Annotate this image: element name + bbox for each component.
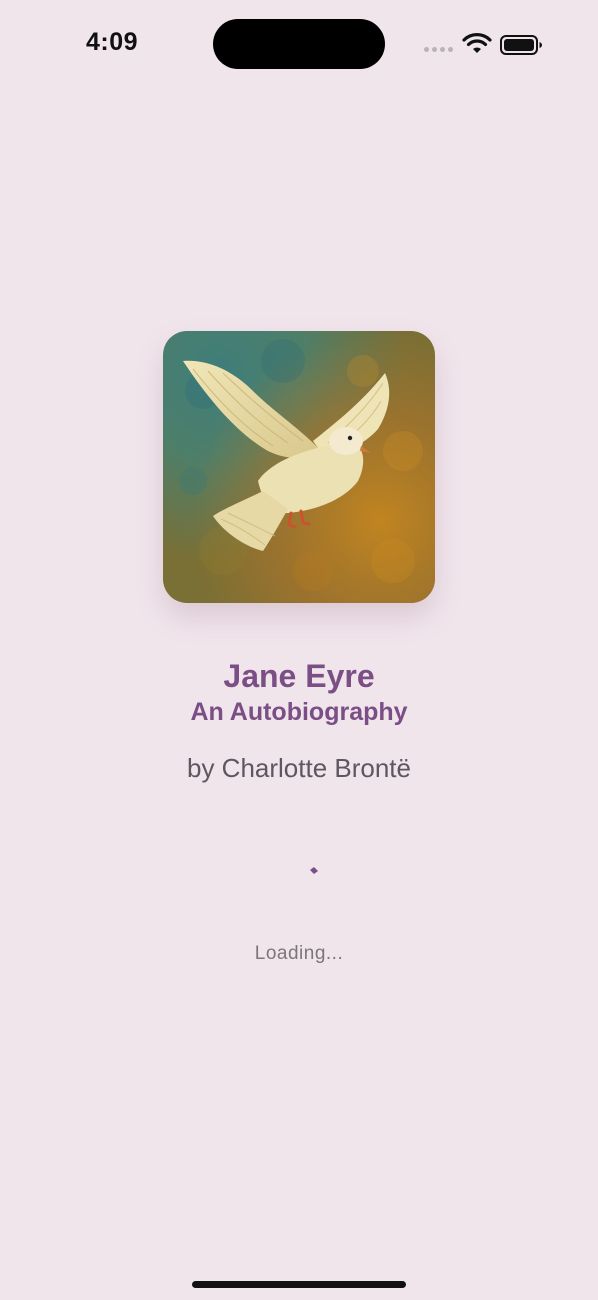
book-title: Jane Eyre — [223, 658, 375, 694]
book-author: by Charlotte Brontë — [186, 753, 411, 783]
loading-text: Loading... — [254, 943, 344, 964]
dove-painting-icon — [163, 331, 435, 603]
wifi-icon — [462, 33, 492, 53]
status-time: 4:09 — [86, 28, 139, 56]
status-bar: 4:09 — [0, 0, 598, 90]
home-indicator[interactable] — [192, 1281, 406, 1288]
cellular-signal-icon — [424, 47, 453, 52]
book-cover-image — [163, 331, 435, 603]
battery-icon — [500, 35, 542, 55]
dynamic-island — [213, 19, 385, 69]
book-subtitle: An Autobiography — [190, 698, 408, 726]
loading-spinner-icon — [310, 867, 318, 874]
